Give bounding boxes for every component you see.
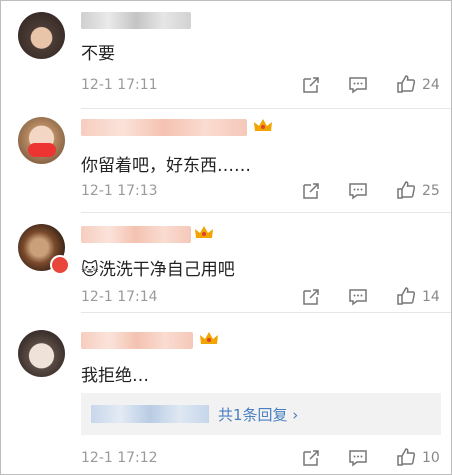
comment-text: 我拒绝… (81, 366, 149, 386)
username-blurred[interactable] (81, 12, 191, 29)
comment-text: 不要 (81, 44, 115, 64)
crown-icon (254, 119, 272, 131)
comment-time: 12-1 17:12 (81, 450, 158, 466)
thumbs-up-icon[interactable] (396, 74, 416, 94)
cat-emoji-icon: 🐱 (81, 260, 99, 280)
share-icon[interactable] (301, 287, 321, 307)
like-count: 14 (422, 289, 440, 305)
comment-list: 不要 12-1 17:11 24 你留着吧，好东西…… 12-1 17:13 2… (0, 0, 452, 475)
thumbs-up-icon[interactable] (396, 447, 416, 467)
comment-icon[interactable] (348, 448, 368, 468)
like-count: 10 (422, 450, 440, 466)
comment-icon[interactable] (348, 287, 368, 307)
crown-icon (195, 226, 213, 238)
username-blurred[interactable] (81, 119, 247, 136)
comment-time: 12-1 17:11 (81, 77, 158, 93)
thumbs-up-icon[interactable] (396, 180, 416, 200)
comment-icon[interactable] (348, 181, 368, 201)
comment-icon[interactable] (348, 75, 368, 95)
comment-item: 不要 12-1 17:11 24 (1, 1, 451, 109)
comment-item: 你留着吧，好东西…… 12-1 17:13 25 (1, 109, 451, 213)
username-blurred[interactable] (81, 332, 193, 349)
comment-text: 🐱洗洗干净自己用吧 (81, 260, 235, 280)
avatar[interactable] (18, 117, 65, 164)
share-icon[interactable] (301, 448, 321, 468)
avatar[interactable] (18, 330, 65, 377)
comment-time: 12-1 17:13 (81, 183, 158, 199)
view-replies-link[interactable]: 共1条回复 › (218, 404, 298, 425)
like-count: 25 (422, 183, 440, 199)
avatar[interactable] (18, 12, 65, 59)
avatar-badge (28, 143, 56, 157)
comment-item: 🐱洗洗干净自己用吧 12-1 17:14 14 (1, 213, 451, 313)
comment-text: 你留着吧，好东西…… (81, 156, 251, 176)
share-icon[interactable] (301, 75, 321, 95)
comment-time: 12-1 17:14 (81, 289, 158, 305)
thumbs-up-icon[interactable] (396, 286, 416, 306)
verified-badge (50, 255, 70, 275)
crown-icon (200, 332, 218, 344)
reply-username-blurred (91, 405, 209, 423)
reply-preview[interactable]: 共1条回复 › (81, 393, 441, 435)
share-icon[interactable] (301, 181, 321, 201)
like-count: 24 (422, 77, 440, 93)
username-blurred[interactable] (81, 226, 191, 243)
